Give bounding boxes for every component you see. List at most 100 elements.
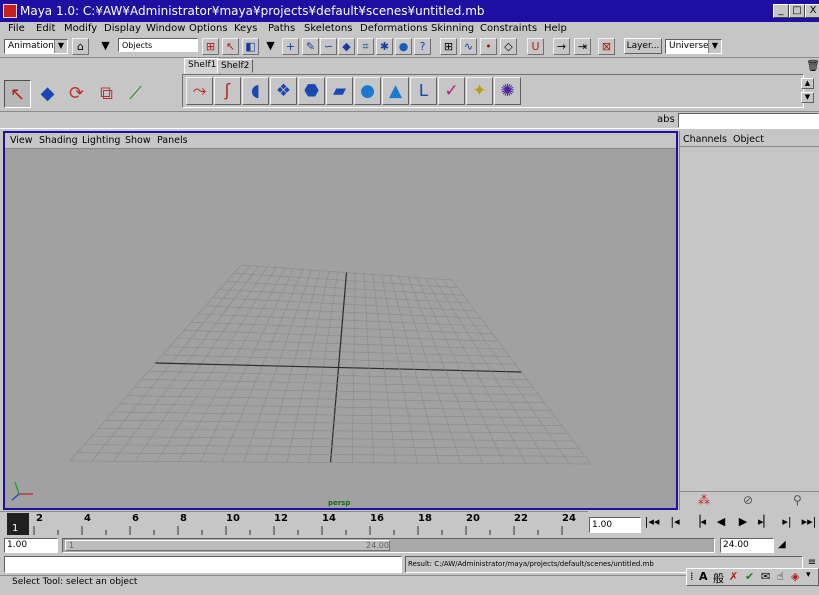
selection-mode-field[interactable]: Objects xyxy=(118,38,198,52)
play-backward-icon[interactable]: ◀ xyxy=(712,513,730,531)
snap-view-icon[interactable]: ◇ xyxy=(500,38,517,55)
numeric-input-field[interactable] xyxy=(678,113,819,128)
go-to-start-icon[interactable]: |◂◂ xyxy=(643,513,661,531)
select-dynamics-icon[interactable]: ✱ xyxy=(376,38,393,55)
rotate-tool-icon[interactable]: ⟳ xyxy=(63,80,90,108)
range-slider-track[interactable]: 1 24.00 xyxy=(62,538,715,553)
menu-keys[interactable]: Keys xyxy=(234,23,257,34)
command-input[interactable] xyxy=(4,556,402,573)
maximize-button[interactable]: □ xyxy=(789,4,805,18)
menu-file[interactable]: File xyxy=(8,23,25,34)
menu-help[interactable]: Help xyxy=(544,23,567,34)
select-curves-icon[interactable]: ∽ xyxy=(320,38,337,55)
step-back-frame-icon[interactable]: ▕◂ xyxy=(690,513,708,531)
play-forward-icon[interactable]: ▶ xyxy=(734,513,752,531)
magnet-icon[interactable]: U xyxy=(527,38,544,55)
perspective-viewport[interactable]: View Shading Lighting Show Panels persp xyxy=(3,131,678,510)
select-hierarchy-icon[interactable]: ⊞ xyxy=(202,38,219,55)
step-forward-key-icon[interactable]: ▸| xyxy=(778,513,796,531)
step-forward-frame-icon[interactable]: ▸▏ xyxy=(756,513,774,531)
ime-dictionary-icon[interactable]: ◈ xyxy=(791,570,799,583)
ime-mode-icon[interactable]: A xyxy=(699,570,708,583)
pin-icon[interactable]: ⚲ xyxy=(793,493,802,507)
scale-tool-icon[interactable]: ⧉ xyxy=(93,80,120,108)
shelf-planar-icon[interactable]: ▰ xyxy=(326,77,353,105)
menu-modify[interactable]: Modify xyxy=(64,23,97,34)
trash-icon[interactable]: 🗑 xyxy=(806,59,819,72)
shelf-cone-icon[interactable]: ▲ xyxy=(382,77,409,105)
step-back-key-icon[interactable]: |◂ xyxy=(666,513,684,531)
menu-constraints[interactable]: Constraints xyxy=(480,23,537,34)
shelf-loft-icon[interactable]: ❖ xyxy=(270,77,297,105)
input-connections-icon[interactable]: → xyxy=(553,38,570,55)
maya-app-icon[interactable] xyxy=(3,4,17,18)
channel-menu-object[interactable]: Object xyxy=(733,134,764,145)
show-layers-icon[interactable]: ⊘ xyxy=(743,493,753,507)
minimize-button[interactable]: _ xyxy=(773,4,789,18)
snap-grid-icon[interactable]: ⊞ xyxy=(440,38,457,55)
range-slider-handle[interactable]: 1 24.00 xyxy=(65,540,390,551)
vp-menu-panels[interactable]: Panels xyxy=(157,135,188,146)
select-joints-icon[interactable]: ✎ xyxy=(302,38,319,55)
vp-menu-show[interactable]: Show xyxy=(125,135,151,146)
ime-help-icon[interactable]: ✉ xyxy=(761,570,770,583)
menu-window[interactable]: Window xyxy=(146,23,185,34)
vp-menu-shading[interactable]: Shading xyxy=(39,135,78,146)
shelf-scroll-down-icon[interactable]: ▼ xyxy=(801,92,814,103)
current-time-field[interactable]: 1.00 xyxy=(589,517,641,533)
lock-icon[interactable]: ⌂ xyxy=(72,38,89,55)
shelf-revolve-icon[interactable]: ◖ xyxy=(242,77,269,105)
shelf-sphere-icon[interactable]: ● xyxy=(354,77,381,105)
ime-grip-icon[interactable]: ⁞ xyxy=(690,570,694,583)
ime-tool-icon[interactable]: ✗ xyxy=(729,570,738,583)
select-tool-icon[interactable]: ↖ xyxy=(4,80,31,108)
output-connections-icon[interactable]: ⇥ xyxy=(574,38,591,55)
shelf-extrude-icon[interactable]: ⬣ xyxy=(298,77,325,105)
show-channels-icon[interactable]: ⁂ xyxy=(698,493,710,507)
menu-set-dropdown[interactable]: Animation ▼ xyxy=(4,39,68,54)
layer-dropdown[interactable]: Universe ▼ xyxy=(665,39,722,54)
tab-shelf2[interactable]: Shelf2 xyxy=(217,59,254,73)
manipulator-tool-icon[interactable]: ⟋ xyxy=(122,80,149,108)
close-button[interactable]: X xyxy=(805,4,819,18)
select-object-icon[interactable]: ↖ xyxy=(222,38,239,55)
mask-dropdown-icon[interactable]: ▼ xyxy=(262,38,279,55)
go-to-end-icon[interactable]: ▸▸| xyxy=(800,513,818,531)
range-end-field[interactable]: 24.00 xyxy=(720,538,774,553)
menu-skeletons[interactable]: Skeletons xyxy=(304,23,352,34)
select-deformers-icon[interactable]: ⌗ xyxy=(357,38,374,55)
select-misc-icon[interactable]: ? xyxy=(414,38,431,55)
construction-history-icon[interactable]: ⊠ xyxy=(598,38,615,55)
ime-check-icon[interactable]: ✔ xyxy=(745,570,754,583)
range-icon[interactable]: ◢ xyxy=(778,539,802,553)
range-start-field[interactable]: 1.00 xyxy=(4,538,58,553)
shelf-light-icon[interactable]: ✦ xyxy=(466,77,493,105)
menu-deformations[interactable]: Deformations xyxy=(360,23,428,34)
menu-display[interactable]: Display xyxy=(104,23,141,34)
select-component-icon[interactable]: ◧ xyxy=(242,38,259,55)
snap-point-icon[interactable]: • xyxy=(480,38,497,55)
shelf-ep-curve-icon[interactable]: ʃ xyxy=(214,77,241,105)
shelf-ik-handle-icon[interactable]: ✓ xyxy=(438,77,465,105)
selection-mode-arrow-icon[interactable]: ▼ xyxy=(97,38,114,55)
channel-menu-channels[interactable]: Channels xyxy=(683,134,727,145)
time-slider[interactable]: 1 2 4 6 8 10 12 14 16 18 20 22 24 xyxy=(0,511,588,535)
vp-menu-view[interactable]: View xyxy=(10,135,33,146)
shelf-joint-icon[interactable]: ᒪ xyxy=(410,77,437,105)
ime-convert-icon[interactable]: 般 xyxy=(713,570,724,586)
vp-menu-lighting[interactable]: Lighting xyxy=(82,135,120,146)
menu-options[interactable]: Options xyxy=(189,23,228,34)
ime-options-icon[interactable]: ▾ xyxy=(806,570,811,580)
layer-button[interactable]: Layer... xyxy=(624,38,662,54)
menu-paths[interactable]: Paths xyxy=(268,23,295,34)
ime-pad-icon[interactable]: ☝ xyxy=(777,570,784,583)
move-tool-icon[interactable]: ◆ xyxy=(34,80,61,108)
select-surfaces-icon[interactable]: ◆ xyxy=(338,38,355,55)
menu-edit[interactable]: Edit xyxy=(36,23,55,34)
shelf-cv-curve-icon[interactable]: ⤳ xyxy=(186,77,213,105)
menu-skinning[interactable]: Skinning xyxy=(431,23,474,34)
shelf-scroll-up-icon[interactable]: ▲ xyxy=(801,78,814,89)
select-handles-icon[interactable]: + xyxy=(282,38,299,55)
select-rendering-icon[interactable]: ● xyxy=(395,38,412,55)
shelf-particles-icon[interactable]: ✺ xyxy=(494,77,521,105)
